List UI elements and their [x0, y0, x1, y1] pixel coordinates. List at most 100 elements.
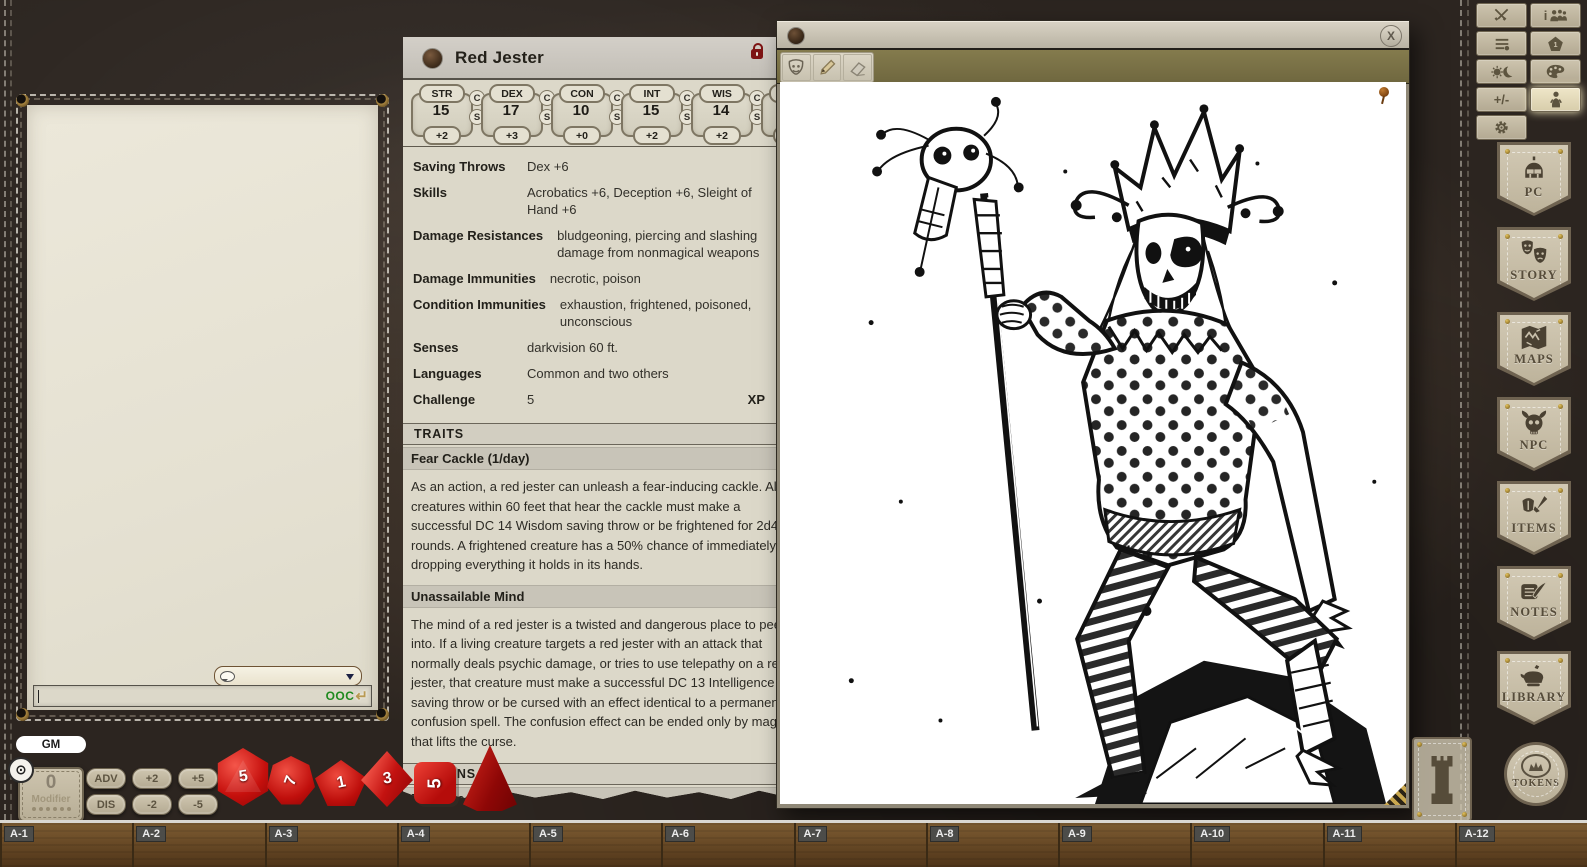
palette-button[interactable]: [1530, 59, 1581, 84]
hotbar-slot[interactable]: A-6: [661, 823, 793, 867]
nail-icon: [1505, 234, 1510, 239]
ability-score[interactable]: 10: [551, 102, 611, 119]
sidebar-item-library[interactable]: LIBRARY: [1497, 651, 1571, 725]
hotbar-slot[interactable]: A-12: [1455, 823, 1587, 867]
modifiers-button[interactable]: +/-: [1476, 87, 1527, 112]
die[interactable]: 5: [414, 762, 456, 804]
modifier-button[interactable]: DIS: [86, 794, 126, 815]
detail-label: Condition Immunities: [413, 296, 546, 313]
image-window-titlebar[interactable]: X: [777, 21, 1409, 50]
detail-row: Damage Immunities necrotic, poison: [413, 270, 795, 287]
ability-modifier[interactable]: +2: [633, 126, 671, 145]
detail-value: bludgeoning, piercing and slashing damag…: [557, 227, 765, 261]
section-header: TRAITS: [403, 423, 803, 445]
ability-name: DEX: [489, 84, 535, 103]
sidebar-item-items[interactable]: ITEMS: [1497, 481, 1571, 555]
detail-row: Skills Acrobatics +6, Deception +6, Slei…: [413, 184, 795, 218]
detail-row: Challenge 5 XP: [413, 391, 795, 408]
crossed-swords-button[interactable]: [1476, 3, 1527, 28]
sidebar-tool-buttons: i 1 +/-: [1476, 3, 1584, 140]
ability-modifier[interactable]: +2: [703, 126, 741, 145]
detail-row: Damage Resistances bludgeoning, piercing…: [413, 227, 795, 261]
sidebar-item-npc[interactable]: NPC: [1497, 397, 1571, 471]
text-cursor: [38, 690, 39, 703]
hotbar-slot[interactable]: A-9: [1058, 823, 1190, 867]
ability-score[interactable]: 14: [691, 102, 751, 119]
detail-value: exhaustion, frightened, poisoned, uncons…: [560, 296, 765, 330]
entry-name[interactable]: Fear Cackle (1/day): [403, 447, 803, 470]
party-info-button[interactable]: i: [1530, 3, 1581, 28]
chat-log[interactable]: OOC ↵: [27, 105, 378, 710]
hotbar-slot[interactable]: A-4: [397, 823, 529, 867]
lock-icon[interactable]: [751, 49, 763, 59]
nail-icon: [1558, 573, 1563, 578]
draw-tool-icon[interactable]: [813, 54, 842, 81]
chat-mode-ooc[interactable]: OOC: [326, 689, 355, 703]
close-icon[interactable]: X: [1380, 25, 1402, 47]
character-select-button[interactable]: [1530, 87, 1581, 112]
ability-modifier[interactable]: +3: [493, 126, 531, 145]
die-button[interactable]: 1: [1530, 31, 1581, 56]
section-header: ACTIONS: [403, 763, 803, 785]
modifier-button[interactable]: +2: [132, 768, 172, 789]
mask-tool-icon[interactable]: [782, 54, 811, 81]
nail-icon: [1505, 658, 1510, 663]
left-edge-stitch-2: [10, 0, 12, 820]
nail-icon: [1505, 149, 1510, 154]
hotbar-slot[interactable]: A-5: [529, 823, 661, 867]
day-night-button[interactable]: [1476, 59, 1527, 84]
die-value: 5: [237, 767, 248, 786]
hotbar-slot[interactable]: A-10: [1190, 823, 1322, 867]
ability-score[interactable]: 15: [411, 102, 471, 119]
hotbar-tab-label: A-2: [136, 826, 166, 842]
sidebar-item-tokens[interactable]: TOKENS: [1504, 742, 1568, 806]
hotbar-slot[interactable]: A-1: [0, 823, 132, 867]
sidebar-item-pc[interactable]: PC: [1497, 142, 1571, 216]
list-options-button[interactable]: [1476, 31, 1527, 56]
nail-icon: [1558, 488, 1563, 493]
nail-icon: [1558, 149, 1563, 154]
entry-name[interactable]: Unassailable Mind: [403, 585, 803, 608]
target-toggle-icon[interactable]: ⊙: [8, 757, 34, 783]
ability-modifier[interactable]: +0: [563, 126, 601, 145]
entry-name[interactable]: Multiattack: [403, 787, 803, 810]
entry-text: As an action, a red jester can unleash a…: [403, 470, 803, 583]
die[interactable]: 1: [315, 760, 367, 806]
ability-block: DEX 17 +3 C S: [481, 80, 551, 146]
die[interactable]: 7: [267, 756, 315, 806]
jester-drawing-svg: [780, 82, 1406, 804]
npc-sheet-titlebar[interactable]: Red Jester: [403, 37, 803, 80]
hotbar-tab-label: A-10: [1194, 826, 1230, 842]
sidebar-item-notes[interactable]: NOTES: [1497, 566, 1571, 640]
modifier-button[interactable]: ADV: [86, 768, 126, 789]
modifier-button[interactable]: -5: [178, 794, 218, 815]
hotbar-tab-label: A-11: [1327, 826, 1362, 842]
sidebar-item-maps[interactable]: MAPS: [1497, 312, 1571, 386]
settings-gear-button[interactable]: [1476, 115, 1527, 140]
hotbar-slot[interactable]: A-11: [1323, 823, 1455, 867]
nail-icon: [1505, 573, 1510, 578]
hotbar-slot[interactable]: A-2: [132, 823, 264, 867]
hotbar-slot[interactable]: A-8: [926, 823, 1058, 867]
dice-tower-button[interactable]: [1412, 737, 1472, 822]
sidebar-item-story[interactable]: STORY: [1497, 227, 1571, 301]
modifier-button[interactable]: -2: [132, 794, 172, 815]
ability-modifier[interactable]: +2: [423, 126, 461, 145]
chat-voice-dropdown[interactable]: [214, 666, 362, 686]
modifier-label: Modifier: [23, 794, 79, 805]
hotbar-slot[interactable]: A-3: [265, 823, 397, 867]
modifier-button[interactable]: +5: [178, 768, 218, 789]
radial-menu-knob-icon[interactable]: [787, 27, 805, 45]
detail-label: Skills: [413, 184, 513, 201]
hotbar-tab-label: A-3: [269, 826, 299, 842]
jester-illustration[interactable]: [780, 82, 1406, 804]
radial-menu-knob-icon[interactable]: [422, 48, 443, 69]
npc-sections: TRAITS Fear Cackle (1/day) As an action,…: [403, 423, 803, 864]
pushpin-icon[interactable]: [1379, 87, 1389, 97]
ability-score[interactable]: 15: [621, 102, 681, 119]
chat-input[interactable]: OOC ↵: [33, 685, 372, 707]
erase-tool-icon[interactable]: [843, 54, 872, 81]
hotbar-slot[interactable]: A-7: [794, 823, 926, 867]
hotbar-tab-label: A-7: [798, 826, 828, 842]
ability-score[interactable]: 17: [481, 102, 541, 119]
